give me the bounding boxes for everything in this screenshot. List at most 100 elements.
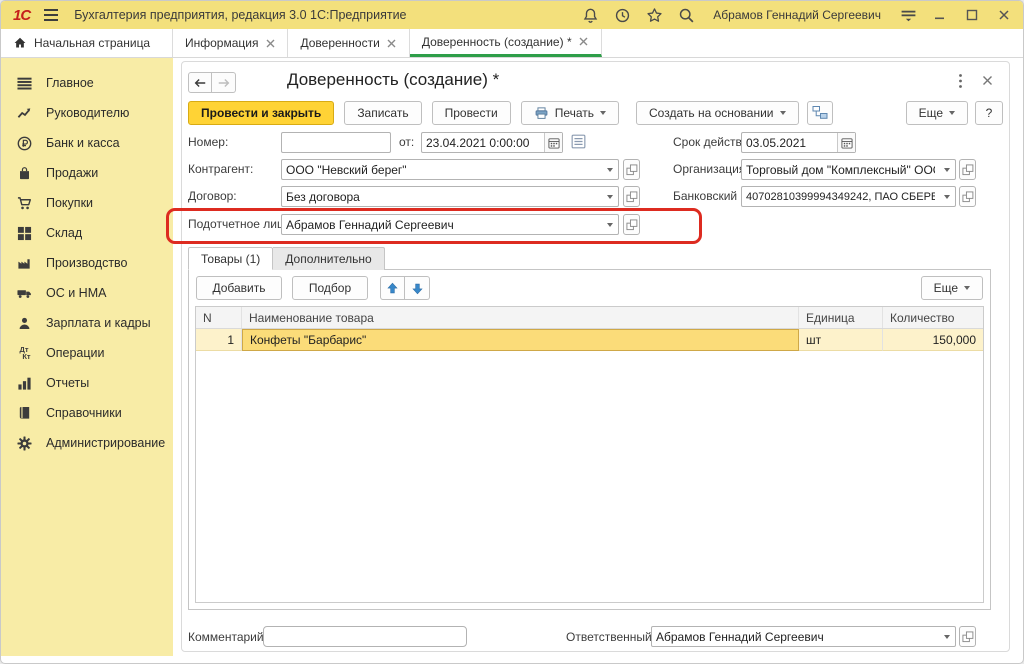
cell-row-number[interactable]: 1 bbox=[196, 329, 242, 351]
comment-input[interactable] bbox=[264, 628, 466, 645]
maximize-button[interactable] bbox=[963, 7, 981, 23]
create-based-on-button[interactable]: Создать на основании bbox=[636, 101, 799, 125]
dropdown-caret-icon[interactable] bbox=[602, 160, 618, 179]
tab-power-of-attorney-new[interactable]: Доверенность (создание) * bbox=[410, 29, 602, 57]
save-button[interactable]: Записать bbox=[344, 101, 421, 125]
move-row-up-button[interactable] bbox=[380, 276, 405, 300]
dropdown-caret-icon[interactable] bbox=[602, 215, 618, 234]
col-header-n[interactable]: N bbox=[196, 307, 242, 328]
contract-input[interactable] bbox=[282, 188, 602, 205]
counterparty-choose-button[interactable] bbox=[623, 159, 640, 180]
close-tab-icon[interactable] bbox=[387, 38, 397, 48]
post-button[interactable]: Провести bbox=[432, 101, 511, 125]
calendar-icon[interactable] bbox=[837, 133, 855, 152]
dropdown-caret-icon bbox=[949, 111, 955, 115]
more-button[interactable]: Еще bbox=[906, 101, 968, 125]
dropdown-caret-icon bbox=[780, 111, 786, 115]
col-header-name[interactable]: Наименование товара bbox=[242, 307, 799, 328]
favorites-star-icon[interactable] bbox=[645, 6, 663, 24]
number-settings-list-icon[interactable] bbox=[571, 134, 586, 154]
current-user[interactable]: Абрамов Геннадий Сергеевич bbox=[713, 8, 881, 22]
pick-button[interactable]: Подбор bbox=[292, 276, 368, 300]
document-structure-button[interactable] bbox=[807, 101, 833, 125]
ruble-circle-icon bbox=[15, 135, 33, 151]
bank-account-input[interactable] bbox=[742, 188, 939, 205]
tab-goods[interactable]: Товары (1) bbox=[188, 247, 273, 270]
sidebar-item-fixed-assets[interactable]: ОС и НМА bbox=[1, 278, 173, 308]
dropdown-caret-icon[interactable] bbox=[602, 187, 618, 206]
number-input[interactable] bbox=[282, 134, 390, 151]
table-more-button[interactable]: Еще bbox=[921, 276, 983, 300]
page-title: Доверенность (создание) * bbox=[287, 70, 499, 90]
contract-choose-button[interactable] bbox=[623, 186, 640, 207]
move-row-down-button[interactable] bbox=[405, 276, 430, 300]
calendar-icon[interactable] bbox=[544, 133, 562, 152]
bank-account-choose-button[interactable] bbox=[959, 186, 976, 207]
minimize-button[interactable] bbox=[931, 7, 949, 23]
col-header-unit[interactable]: Единица bbox=[799, 307, 883, 328]
factory-icon bbox=[15, 255, 33, 271]
organization-label: Организация: bbox=[673, 162, 749, 176]
accountable-person-choose-button[interactable] bbox=[623, 214, 640, 235]
counterparty-input[interactable] bbox=[282, 161, 602, 178]
sidebar-item-warehouse[interactable]: Склад bbox=[1, 218, 173, 248]
more-options-dots-icon[interactable] bbox=[958, 73, 963, 94]
sidebar-item-sales[interactable]: Продажи bbox=[1, 158, 173, 188]
dropdown-caret-icon[interactable] bbox=[939, 160, 955, 179]
sidebar-item-label: Производство bbox=[46, 256, 128, 270]
dropdown-caret-icon[interactable] bbox=[939, 627, 955, 646]
sidebar-item-directories[interactable]: Справочники bbox=[1, 398, 173, 428]
search-icon[interactable] bbox=[677, 6, 695, 24]
service-menu-icon[interactable] bbox=[899, 6, 917, 24]
arrow-down-icon bbox=[411, 282, 424, 295]
post-and-close-button[interactable]: Провести и закрыть bbox=[188, 101, 334, 125]
main-menu-icon[interactable] bbox=[44, 9, 58, 21]
add-row-button[interactable]: Добавить bbox=[196, 276, 282, 300]
sidebar-item-label: Склад bbox=[46, 226, 82, 240]
table-row[interactable]: 1 Конфеты "Барбарис" шт 150,000 bbox=[196, 329, 983, 351]
responsible-input[interactable] bbox=[652, 628, 939, 645]
sidebar-item-for-manager[interactable]: Руководителю bbox=[1, 98, 173, 128]
bar-chart-icon bbox=[15, 375, 33, 391]
col-header-qty[interactable]: Количество bbox=[883, 307, 983, 328]
cell-goods-name[interactable]: Конфеты "Барбарис" bbox=[242, 329, 799, 351]
organization-choose-button[interactable] bbox=[959, 159, 976, 180]
sidebar-item-reports[interactable]: Отчеты bbox=[1, 368, 173, 398]
document-date-input[interactable] bbox=[422, 134, 544, 151]
number-label: Номер: bbox=[188, 135, 228, 149]
sidebar-item-administration[interactable]: Администрирование bbox=[1, 428, 173, 458]
sidebar-item-purchases[interactable]: Покупки bbox=[1, 188, 173, 218]
close-form-icon[interactable] bbox=[982, 73, 993, 91]
grid-boxes-icon bbox=[15, 225, 33, 241]
tab-additional[interactable]: Дополнительно bbox=[273, 247, 384, 270]
close-tab-icon[interactable] bbox=[265, 38, 275, 48]
sidebar-item-label: Главное bbox=[46, 76, 94, 90]
notifications-bell-icon[interactable] bbox=[581, 6, 599, 24]
history-icon[interactable] bbox=[613, 6, 631, 24]
organization-input[interactable] bbox=[742, 161, 939, 178]
valid-until-input[interactable] bbox=[742, 134, 837, 151]
tab-home[interactable]: Начальная страница bbox=[1, 29, 173, 57]
sidebar-item-label: Руководителю bbox=[46, 106, 129, 120]
command-bar: Провести и закрыть Записать Провести Печ… bbox=[188, 101, 1003, 125]
tab-powers-of-attorney[interactable]: Доверенности bbox=[288, 29, 409, 57]
tab-information[interactable]: Информация bbox=[173, 29, 288, 57]
sidebar-item-salary-hr[interactable]: Зарплата и кадры bbox=[1, 308, 173, 338]
close-window-button[interactable] bbox=[995, 7, 1013, 23]
back-button[interactable] bbox=[188, 72, 212, 93]
forward-button[interactable] bbox=[212, 72, 236, 93]
sidebar-item-bank-cash[interactable]: Банк и касса bbox=[1, 128, 173, 158]
dropdown-caret-icon[interactable] bbox=[939, 187, 955, 206]
accountable-person-input[interactable] bbox=[282, 216, 602, 233]
print-button[interactable]: Печать bbox=[521, 101, 619, 125]
cell-quantity[interactable]: 150,000 bbox=[883, 329, 983, 351]
responsible-choose-button[interactable] bbox=[959, 626, 976, 647]
sidebar-item-main[interactable]: Главное bbox=[1, 68, 173, 98]
sidebar-item-production[interactable]: Производство bbox=[1, 248, 173, 278]
close-tab-icon[interactable] bbox=[579, 37, 589, 47]
dropdown-caret-icon bbox=[600, 111, 606, 115]
cell-unit[interactable]: шт bbox=[799, 329, 883, 351]
sidebar-item-operations[interactable]: ДтКт Операции bbox=[1, 338, 173, 368]
title-bar: 1С Бухгалтерия предприятия, редакция 3.0… bbox=[1, 1, 1023, 29]
help-button[interactable]: ? bbox=[975, 101, 1003, 125]
